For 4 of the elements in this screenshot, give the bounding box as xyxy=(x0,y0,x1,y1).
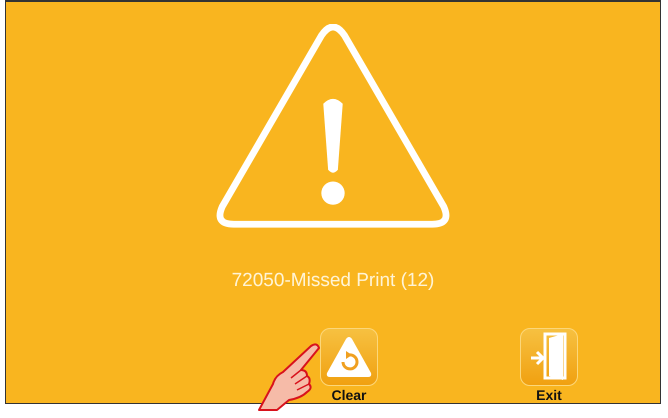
exit-button[interactable]: Exit xyxy=(520,328,578,403)
error-message: 72050-Missed Print (12) xyxy=(232,270,434,292)
clear-button[interactable]: Clear xyxy=(320,328,378,403)
door-exit-icon xyxy=(520,328,578,386)
